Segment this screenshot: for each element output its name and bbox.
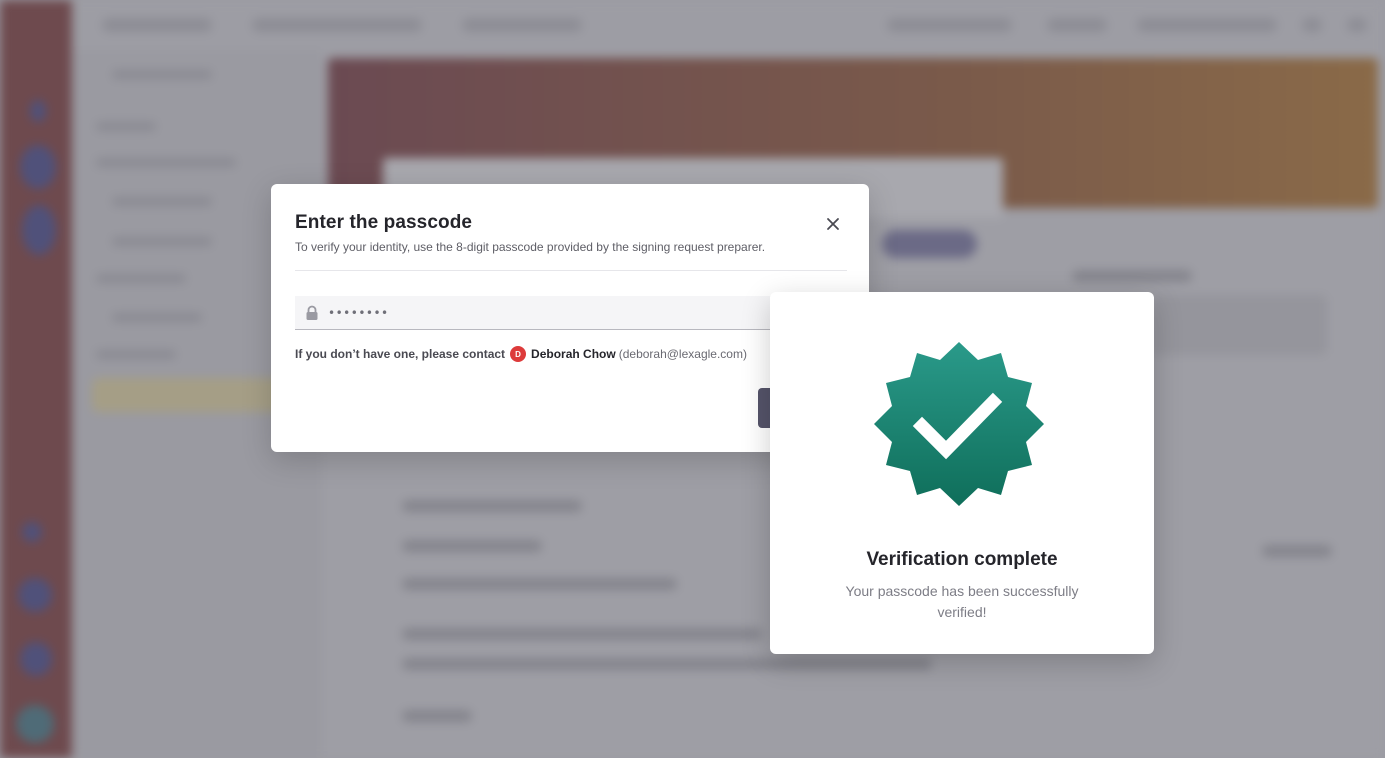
close-button[interactable] — [821, 212, 845, 236]
lock-icon — [306, 305, 318, 320]
close-icon — [827, 218, 839, 230]
avatar: D — [510, 346, 527, 362]
contact-row: If you don’t have one, please contact D … — [295, 346, 845, 362]
contact-lead-text: If you don’t have one, please contact — [295, 347, 506, 361]
dialog-divider — [295, 270, 847, 271]
app-rail — [0, 0, 72, 758]
passcode-field[interactable] — [295, 296, 847, 330]
dialog-title: Enter the passcode — [295, 212, 473, 233]
verification-message: Your passcode has been successfully veri… — [845, 583, 1079, 620]
contact-email: (deborah@lexagle.com) — [618, 347, 747, 361]
passcode-input[interactable] — [328, 305, 728, 320]
verified-badge-icon — [874, 342, 1044, 506]
contact-name: Deborah Chow — [531, 347, 616, 361]
verification-title: Verification complete — [866, 549, 1058, 570]
verification-card: Verification complete Your passcode has … — [770, 292, 1154, 654]
dialog-subtitle: To verify your identity, use the 8-digit… — [295, 240, 766, 254]
app-topbar — [72, 0, 1385, 50]
